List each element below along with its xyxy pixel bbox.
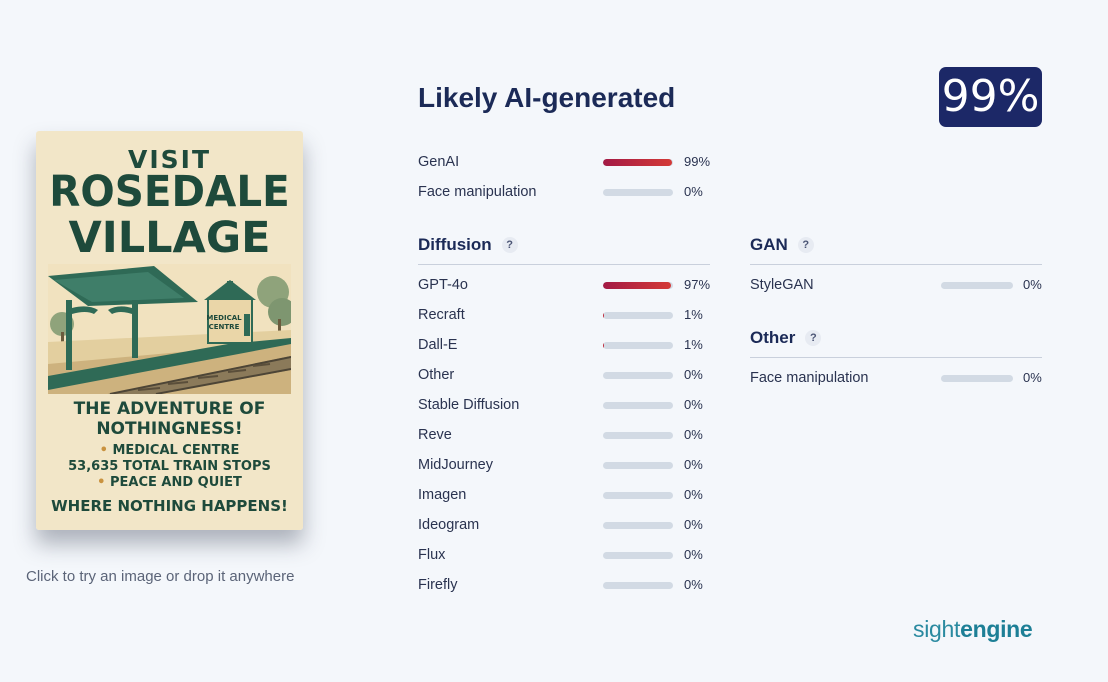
score-label: Other xyxy=(418,367,455,383)
other-divider xyxy=(750,357,1042,358)
score-percent: 0% xyxy=(684,427,703,442)
score-label: Firefly xyxy=(418,577,458,593)
sightengine-logo[interactable]: sightengine xyxy=(913,616,1033,643)
train-station-illustration: MEDICAL CENTRE xyxy=(48,264,291,394)
score-label: Ideogram xyxy=(418,517,480,533)
score-bar-fill xyxy=(603,159,673,166)
poster-bullet: 53,635 TOTAL TRAIN STOPS xyxy=(68,459,271,474)
score-bar xyxy=(603,372,673,379)
other-heading-label: Other xyxy=(750,328,796,347)
score-label: Stable Diffusion xyxy=(418,397,520,413)
diffusion-heading-label: Diffusion xyxy=(418,235,492,254)
poster-tagline-line1: THE ADVENTURE OF xyxy=(73,399,266,419)
score-label: StyleGAN xyxy=(750,277,814,293)
score-label: GenAI xyxy=(418,154,460,170)
gan-heading-label: GAN xyxy=(750,235,788,254)
score-row: MidJourney 0% xyxy=(418,455,724,475)
score-label: Reve xyxy=(418,427,452,443)
score-bar xyxy=(603,189,673,196)
sign-text-line2: CENTRE xyxy=(209,323,240,331)
score-bar xyxy=(603,342,673,349)
bullet-dot: • xyxy=(97,475,106,490)
score-label: Face manipulation xyxy=(418,184,537,200)
score-percent: 99% xyxy=(684,154,711,169)
score-percent: 0% xyxy=(1023,370,1042,385)
score-label: Face manipulation xyxy=(750,370,869,386)
score-row: Face manipulation 0% xyxy=(418,182,724,202)
score-percent: 97% xyxy=(684,277,711,292)
score-bar-fill xyxy=(603,282,671,289)
score-row: Face manipulation 0% xyxy=(750,368,1063,388)
score-row: Flux 0% xyxy=(418,545,724,565)
logo-light: sight xyxy=(913,616,961,642)
bullet-dot: • xyxy=(99,443,108,458)
score-bar xyxy=(941,375,1013,382)
help-icon[interactable]: ? xyxy=(805,330,822,346)
score-bar xyxy=(941,282,1013,289)
score-percent: 0% xyxy=(684,184,703,199)
score-bar xyxy=(603,552,673,559)
score-label: Imagen xyxy=(418,487,467,503)
score-percent: 0% xyxy=(684,457,703,472)
score-row: Reve 0% xyxy=(418,425,724,445)
diffusion-heading: Diffusion ? xyxy=(418,235,518,255)
score-label: Dall-E xyxy=(418,337,458,353)
score-row: GenAI 99% xyxy=(418,152,724,172)
score-bar xyxy=(603,492,673,499)
poster-footer: WHERE NOTHING HAPPENS! xyxy=(51,497,288,515)
score-percent: 0% xyxy=(1023,277,1042,292)
score-row: Other 0% xyxy=(418,365,724,385)
score-percent: 1% xyxy=(684,307,703,322)
score-bar xyxy=(603,582,673,589)
score-label: MidJourney xyxy=(418,457,493,473)
logo-bold: engine xyxy=(960,616,1033,642)
sign-text-line1: MEDICAL xyxy=(206,314,242,322)
score-bar xyxy=(603,402,673,409)
poster-tagline: THE ADVENTURE OF NOTHINGNESS! xyxy=(36,399,303,439)
diffusion-divider xyxy=(418,264,710,265)
poster-bullet: PEACE AND QUIET xyxy=(109,475,242,490)
help-icon[interactable]: ? xyxy=(501,237,518,253)
score-row: Firefly 0% xyxy=(418,575,724,595)
poster-name-line1: ROSEDALE xyxy=(49,167,290,217)
score-label: Recraft xyxy=(418,307,465,323)
upload-hint[interactable]: Click to try an image or drop it anywher… xyxy=(26,568,294,585)
result-title: Likely AI-generated xyxy=(418,82,676,113)
score-bar xyxy=(603,159,673,166)
poster-tagline-line2: NOTHINGNESS! xyxy=(96,419,243,439)
score-percent: 0% xyxy=(684,517,703,532)
score-row: Stable Diffusion 0% xyxy=(418,395,724,415)
gan-heading: GAN ? xyxy=(750,235,814,255)
gan-divider xyxy=(750,264,1042,265)
score-bar-fill xyxy=(603,342,604,349)
score-percent: 0% xyxy=(684,397,703,412)
score-row: GPT-4o 97% xyxy=(418,275,724,295)
poster-bullet: MEDICAL CENTRE xyxy=(112,443,240,458)
poster-bullets: • MEDICAL CENTRE 53,635 TOTAL TRAIN STOP… xyxy=(36,443,303,491)
score-percent: 0% xyxy=(684,577,703,592)
score-row: Recraft 1% xyxy=(418,305,724,325)
score-percent: 0% xyxy=(684,547,703,562)
score-bar xyxy=(603,432,673,439)
score-row: StyleGAN 0% xyxy=(750,275,1063,295)
score-bar xyxy=(603,522,673,529)
other-heading: Other ? xyxy=(750,328,822,348)
score-bar xyxy=(603,312,673,319)
score-percent: 0% xyxy=(684,367,703,382)
score-row: Imagen 0% xyxy=(418,485,724,505)
score-percent: 0% xyxy=(684,487,703,502)
score-row: Dall-E 1% xyxy=(418,335,724,355)
poster-name-line2: VILLAGE xyxy=(68,213,271,263)
score-label: GPT-4o xyxy=(418,277,468,293)
score-bar xyxy=(603,282,673,289)
score-row: Ideogram 0% xyxy=(418,515,724,535)
score-badge: 99% xyxy=(939,67,1042,127)
uploaded-image[interactable]: VISIT ROSEDALE VILLAGE MEDICAL CENTRE TH… xyxy=(36,131,303,530)
score-bar xyxy=(603,462,673,469)
help-icon[interactable]: ? xyxy=(797,237,814,253)
score-bar-fill xyxy=(603,312,604,319)
poster: VISIT ROSEDALE VILLAGE MEDICAL CENTRE TH… xyxy=(36,131,303,530)
score-label: Flux xyxy=(418,547,446,563)
score-percent: 1% xyxy=(684,337,703,352)
